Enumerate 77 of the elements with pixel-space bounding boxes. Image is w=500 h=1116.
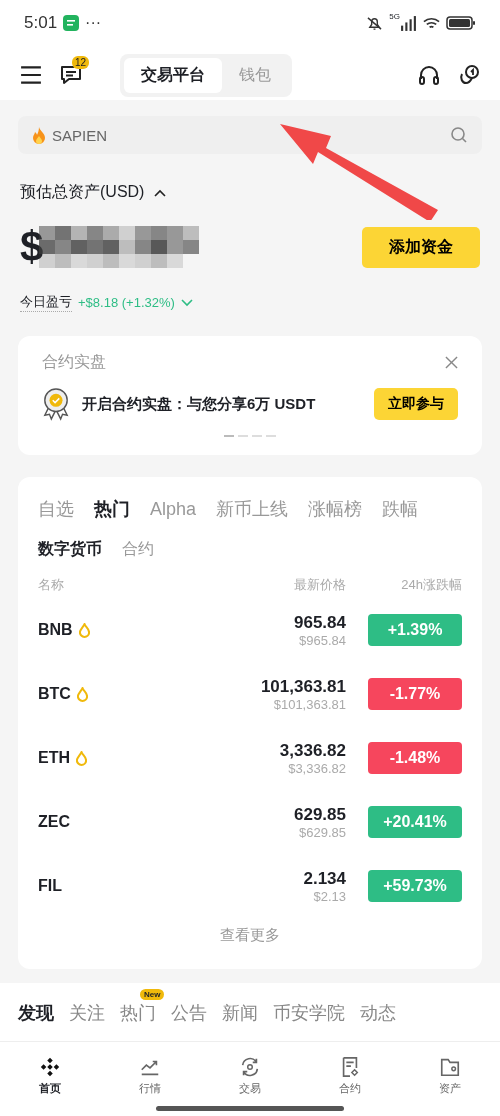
nav-item[interactable]: 交易 bbox=[215, 1056, 285, 1096]
search-field[interactable]: SAPIEN bbox=[18, 116, 482, 154]
profile-icon[interactable] bbox=[458, 64, 480, 86]
coin-price: 101,363.81 bbox=[260, 676, 346, 697]
promo-title: 合约实盘 bbox=[42, 352, 106, 372]
estimated-assets-label: 预估总资产(USD) bbox=[20, 182, 145, 202]
add-funds-button[interactable]: 添加资金 bbox=[362, 226, 480, 268]
change-badge: +1.39% bbox=[368, 614, 462, 646]
nav-item[interactable]: 资产 bbox=[415, 1056, 485, 1096]
coin-price-usd: $965.84 bbox=[299, 632, 346, 648]
join-button[interactable]: 立即参与 bbox=[374, 388, 458, 420]
feed-tab[interactable]: 公告 bbox=[171, 1001, 207, 1025]
today-pnl-value: +$8.18 (+1.32%) bbox=[78, 295, 175, 310]
nav-item[interactable]: 首页 bbox=[15, 1056, 85, 1096]
coin-symbol: ETH bbox=[38, 749, 70, 767]
coin-symbol: BTC bbox=[38, 685, 71, 703]
coin-price: 3,336.82 bbox=[279, 740, 346, 761]
change-badge: +20.41% bbox=[368, 806, 462, 838]
network-type: 5G bbox=[389, 12, 400, 21]
exchange-icon bbox=[239, 1056, 261, 1078]
search-icon[interactable] bbox=[450, 126, 468, 144]
medal-icon bbox=[42, 387, 70, 421]
fire-icon bbox=[32, 126, 46, 144]
coin-price-usd: $3,336.82 bbox=[288, 760, 346, 776]
close-icon[interactable] bbox=[445, 356, 458, 369]
wifi-icon bbox=[423, 15, 440, 31]
market-tab[interactable]: Alpha bbox=[150, 497, 197, 521]
status-time: 5:01 bbox=[24, 13, 58, 33]
column-header: 最新价格 bbox=[293, 576, 346, 594]
market-tab[interactable]: 新币上线 bbox=[216, 497, 289, 521]
coin-price-usd: $101,363.81 bbox=[273, 696, 346, 712]
feed-tab[interactable]: 新闻 bbox=[222, 1001, 258, 1025]
nav-item[interactable]: 合约 bbox=[315, 1056, 385, 1096]
message-app-icon bbox=[63, 15, 80, 31]
coin-price: 2.134 bbox=[303, 868, 346, 889]
market-tab[interactable]: 自选 bbox=[38, 497, 74, 521]
promo-text: 开启合约实盘：与您分享6万 USDT bbox=[82, 394, 317, 414]
nav-item[interactable]: 行情 bbox=[115, 1056, 185, 1096]
feed-tab[interactable]: 发现 bbox=[18, 1001, 54, 1025]
signal-icon bbox=[400, 15, 417, 31]
view-more-link[interactable]: 查看更多 bbox=[220, 926, 280, 945]
coin-price: 629.85 bbox=[294, 804, 346, 825]
coin-price: 965.84 bbox=[294, 612, 346, 633]
new-badge: New bbox=[140, 989, 165, 1000]
change-badge: -1.48% bbox=[368, 742, 462, 774]
wallet-icon bbox=[439, 1056, 461, 1078]
column-header: 24h涨跌幅 bbox=[400, 576, 462, 594]
coin-symbol: BNB bbox=[38, 621, 73, 639]
change-badge: -1.77% bbox=[368, 678, 462, 710]
change-badge: +59.73% bbox=[368, 870, 462, 902]
feed-tab[interactable]: 关注 bbox=[69, 1001, 105, 1025]
balance-amount: $ bbox=[20, 223, 44, 271]
coin-price-usd: $2.13 bbox=[313, 888, 346, 904]
column-header: 名称 bbox=[38, 576, 65, 594]
segment-tab[interactable]: 交易平台 bbox=[124, 57, 222, 93]
chat-icon[interactable] bbox=[60, 64, 82, 86]
category-tab[interactable]: 合约 bbox=[122, 539, 154, 560]
menu-icon[interactable] bbox=[20, 64, 42, 86]
coin-symbol: FIL bbox=[38, 877, 62, 895]
feed-tab[interactable]: 热门 bbox=[120, 1001, 156, 1025]
caret-icon[interactable] bbox=[154, 188, 167, 197]
diamond-logo-icon bbox=[39, 1056, 61, 1078]
market-tab[interactable]: 跌幅 bbox=[382, 497, 419, 521]
headset-icon[interactable] bbox=[418, 64, 440, 86]
category-tab[interactable]: 数字货币 bbox=[38, 539, 102, 560]
mute-icon bbox=[366, 15, 384, 31]
coin-price-usd: $629.85 bbox=[299, 824, 346, 840]
market-tab[interactable]: 热门 bbox=[94, 497, 130, 521]
notification-badge: 12 bbox=[72, 56, 90, 69]
segment-tab[interactable]: 钱包 bbox=[222, 57, 288, 93]
coin-symbol: ZEC bbox=[38, 813, 70, 831]
more-notifications: ··· bbox=[85, 14, 102, 32]
feed-tab[interactable]: 动态 bbox=[360, 1001, 396, 1025]
market-tab[interactable]: 涨幅榜 bbox=[308, 497, 363, 521]
battery-icon bbox=[446, 16, 476, 30]
today-pnl-label: 今日盈亏 bbox=[20, 293, 72, 312]
feed-tab[interactable]: 币安学院 bbox=[273, 1001, 345, 1025]
